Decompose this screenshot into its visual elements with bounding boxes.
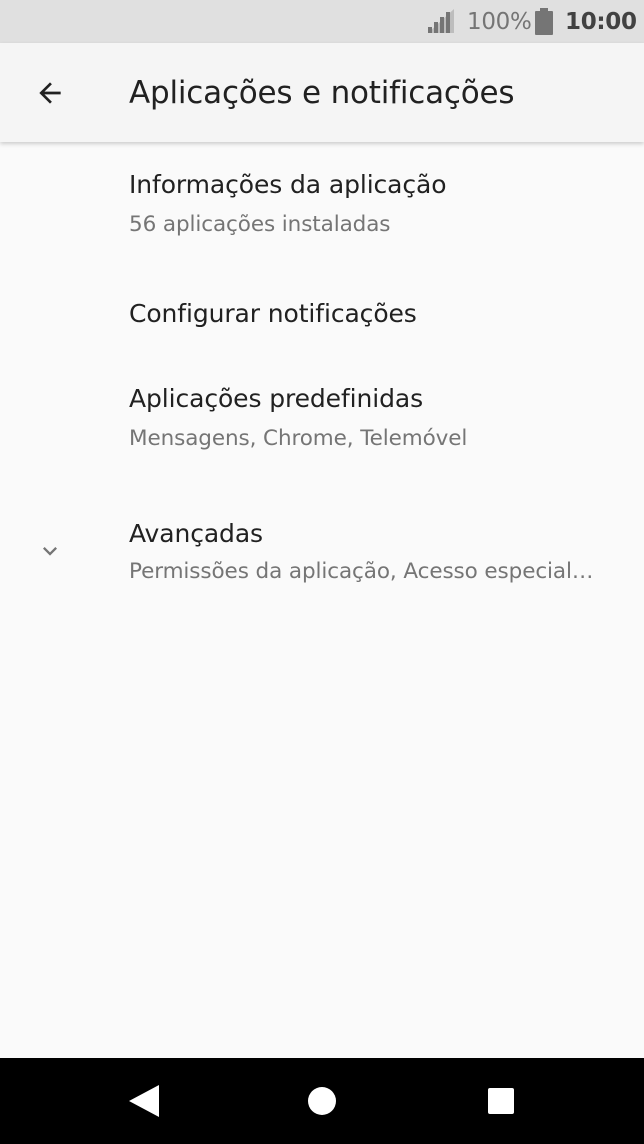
setting-app-info[interactable]: Informações da aplicação 56 aplicações i… [0,142,644,270]
nav-bar [0,1058,644,1144]
nav-home-button[interactable] [298,1078,346,1124]
setting-subtitle: Permissões da aplicação, Acesso especial… [129,559,594,584]
setting-title: Aplicações predefinidas [129,384,424,413]
battery-icon [535,8,553,35]
back-triangle-icon [129,1085,159,1117]
setting-subtitle: 56 aplicações instaladas [129,212,391,237]
battery-percent: 100% [467,9,532,35]
setting-advanced[interactable]: Avançadas Permissões da aplicação, Acess… [0,493,644,623]
setting-title: Configurar notificações [129,299,417,328]
status-bar: 100% 10:00 [0,0,644,43]
arrow-back-icon [39,82,61,104]
app-bar: Aplicações e notificações [0,43,644,142]
setting-subtitle: Mensagens, Chrome, Telemóvel [129,426,468,451]
setting-configure-notifications[interactable]: Configurar notificações [0,270,644,358]
page-title: Aplicações e notificações [129,75,515,111]
nav-recents-button[interactable] [477,1078,525,1124]
back-button[interactable] [22,67,78,119]
setting-title: Informações da aplicação [129,170,447,199]
signal-icon [428,9,454,33]
chevron-down-icon [43,547,57,556]
recents-square-icon [488,1088,514,1114]
setting-title: Avançadas [129,519,263,548]
status-time: 10:00 [565,9,637,35]
nav-back-button[interactable] [120,1078,168,1124]
home-circle-icon [308,1087,336,1115]
setting-default-apps[interactable]: Aplicações predefinidas Mensagens, Chrom… [0,358,644,493]
